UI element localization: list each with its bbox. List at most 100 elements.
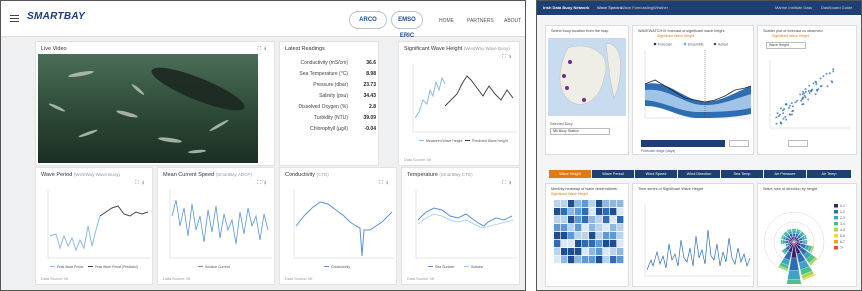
temperature-card: Temperature (SmartBay CTD) ⛶⭳ Sea Surfac… (401, 167, 520, 285)
card-subtitle: (CTD) (316, 172, 329, 177)
scatter-point (810, 90, 813, 93)
buoy-marker[interactable] (562, 74, 566, 78)
rose-segment (799, 240, 803, 244)
scatter-point (804, 88, 807, 91)
current-speed-chart: Surface Current (169, 190, 272, 269)
card-title: Significant Wave Height (WestWay Wave Bu… (404, 46, 510, 52)
download-icon[interactable]: ⭳ (264, 46, 269, 52)
card-subtitle: (WestWay Wave Buoy) (463, 46, 510, 51)
card-title-text: Conductivity (285, 172, 315, 178)
heatmap-cell (575, 256, 582, 264)
data-source: Data Source: MI (41, 277, 69, 281)
scatter-point (802, 103, 805, 106)
forecast-chart: Forecast Ensemble Actual (644, 42, 752, 119)
wave-period-chart: Peak Wave Period Peak Wave Period (Predi… (47, 190, 150, 269)
temperature-chart: Sea Surface Subsea (415, 190, 517, 269)
tab-wind-direction[interactable]: Wind Direction (678, 170, 720, 178)
nav-weather[interactable]: Weather (653, 5, 668, 10)
nav-about[interactable]: ABOUT (504, 18, 521, 24)
nav-home[interactable]: HOME (439, 18, 454, 24)
arco-logo: ARCO (349, 11, 387, 29)
rose-legend-label: 2-3 (840, 216, 845, 220)
nav-wave-forecasting[interactable]: Wave Forecasting (621, 5, 653, 10)
scatter-point (822, 75, 825, 78)
tab-wind-speed[interactable]: Wind Speed (635, 170, 677, 178)
scatter-point (782, 112, 785, 115)
buoy-map[interactable] (548, 38, 626, 116)
heatmap-title: Monthly heatmap of wave observations (551, 187, 617, 191)
map-title: Select buoy location from the map (551, 29, 609, 33)
scatter-point (778, 113, 781, 116)
scatter-range-select[interactable] (788, 140, 808, 147)
forecast-panel: WAVEWATCH III forecast of significant wa… (632, 25, 754, 155)
heatmap-cell (610, 256, 617, 264)
heatmap-cell (603, 256, 610, 264)
heatmap-cell (568, 240, 575, 248)
scatter-point (804, 96, 807, 99)
nav-partners[interactable]: PARTNERS (467, 18, 494, 24)
rose-title: Wave rose of direction by height (763, 187, 818, 191)
forecast-title-text: WAVEWATCH III forecast of significant wa… (638, 29, 725, 33)
rose-legend-label: 4-5 (840, 228, 845, 232)
card-title-text: Temperature (407, 172, 438, 178)
heatmap-cell (561, 208, 568, 216)
scatter-point (808, 84, 811, 87)
scatter-point (802, 96, 804, 99)
scatter-point (816, 89, 819, 92)
scatter-point (812, 82, 815, 85)
menu-icon[interactable] (10, 15, 19, 22)
heatmap-cell (554, 232, 561, 240)
selected-buoy-label: Selected Buoy (550, 122, 573, 126)
conductivity-card: Conductivity (CTD) ⛶⭳ Conductivity Data … (279, 167, 397, 285)
scatter-point (791, 110, 794, 113)
heatmap-cell (582, 256, 589, 264)
tab-air-pressure[interactable]: Air Pressure (764, 170, 806, 178)
scatter-select[interactable]: Wave Height (766, 42, 806, 49)
tab-sea-temp[interactable]: Sea Temp (721, 170, 763, 178)
forecast-range-label: Forecast range (days) (641, 149, 676, 153)
card-subtitle: (SmartBay ADCP) (215, 172, 252, 177)
buoy-select[interactable]: M6 Buoy Station (550, 128, 610, 135)
heatmap-cell (554, 200, 561, 208)
heatmap-cell (554, 248, 561, 256)
nav-marine-data[interactable]: Marine Institute Data (775, 5, 812, 10)
scatter-point (790, 102, 793, 105)
legend-ensemble: Ensemble (688, 42, 704, 46)
heatmap-cell (610, 200, 617, 208)
speed-select[interactable] (729, 140, 749, 147)
live-video-feed[interactable] (38, 54, 258, 163)
heatmap-cell (554, 224, 561, 232)
card-title-text: Wave Period (41, 172, 73, 178)
buoy-marker[interactable] (582, 98, 586, 102)
timeseries-title: Time series of Significant Wave Height (638, 187, 703, 191)
scatter-point (814, 93, 817, 96)
timeseries-panel: Time series of Significant Wave Height (632, 183, 754, 287)
tab-wave-height[interactable]: Wave Height (549, 170, 591, 178)
reading-chlorophyll: Chlorophyll (µg/l) -0.04 (284, 126, 378, 135)
buoy-marker[interactable] (568, 60, 572, 64)
scatter-point (788, 113, 791, 116)
wave-height-card: Significant Wave Height (WestWay Wave Bu… (398, 41, 520, 166)
buoy-marker[interactable] (565, 86, 569, 90)
heatmap-chart (554, 200, 624, 264)
heatmap-cell (596, 200, 603, 208)
tab-wave-period[interactable]: Wave Period (592, 170, 634, 178)
scatter-point (783, 108, 786, 111)
conductivity-chart: Conductivity (293, 190, 394, 269)
scatter-chart (769, 60, 850, 129)
tab-air-temp[interactable]: Air Temp (807, 170, 851, 178)
reading-value: -0.04 (364, 126, 376, 132)
current-speed-card: Mean Current Speed (SmartBay ADCP) ⛶⭳ Su… (157, 167, 275, 285)
scatter-point (779, 107, 782, 110)
heatmap-cell (610, 208, 617, 216)
playback-controls[interactable] (641, 140, 725, 147)
heatmap-cell (617, 208, 624, 216)
nav-dashboard-guide[interactable]: Dashboard Guide (821, 5, 852, 10)
nav-wave-spectra[interactable]: Wave Spectra (597, 5, 622, 10)
scatter-point (830, 80, 833, 83)
heatmap-cell (575, 200, 582, 208)
forecast-title: WAVEWATCH III forecast of significant wa… (638, 29, 725, 33)
heatmap-cell (596, 256, 603, 264)
card-title: Wave Period (WestWay Wave Buoy) (41, 172, 120, 178)
scatter-point (825, 72, 828, 75)
